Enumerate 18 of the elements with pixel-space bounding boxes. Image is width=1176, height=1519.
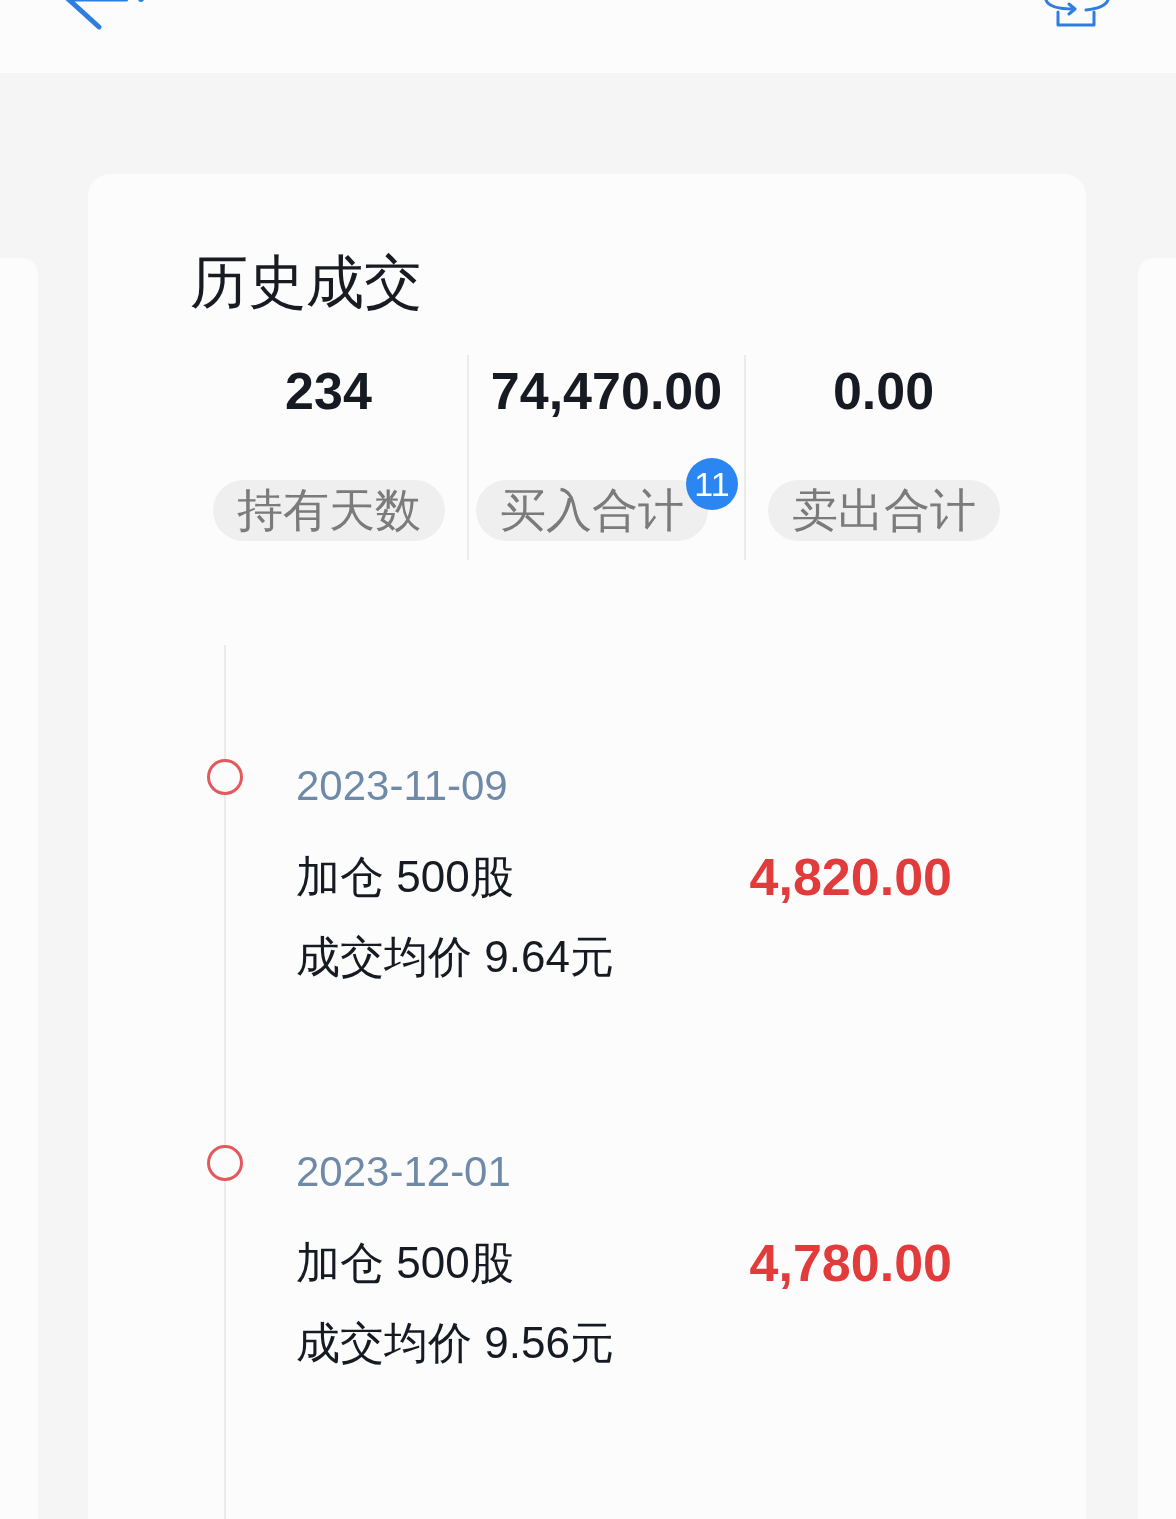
count-badge: 11 [686, 458, 738, 510]
average-price: 成交均价 9.56元 [296, 1317, 614, 1369]
section-title: 历史成交 [190, 253, 422, 311]
trade-amount: 4,820.00 [749, 851, 952, 903]
trade-amount: 4,780.00 [749, 1237, 952, 1289]
stat-value: 234 [285, 365, 372, 417]
trade-action: 加仓 500股 [296, 1237, 514, 1289]
stat-label: 持有天数 [212, 480, 445, 541]
ring-marker-icon [207, 759, 243, 795]
trade-date: 2023-12-01 [296, 1147, 511, 1197]
ring-marker-icon [207, 1145, 243, 1181]
stat-value: 0.00 [832, 365, 935, 417]
share-icon[interactable] [1044, 0, 1110, 28]
stat-label: 卖出合计 [767, 480, 1000, 541]
trade-action: 加仓 500股 [296, 851, 514, 903]
trade-date: 2023-11-09 [296, 761, 508, 811]
stat-value: 74,470.00 [490, 365, 723, 417]
average-price: 成交均价 9.64元 [296, 931, 614, 983]
